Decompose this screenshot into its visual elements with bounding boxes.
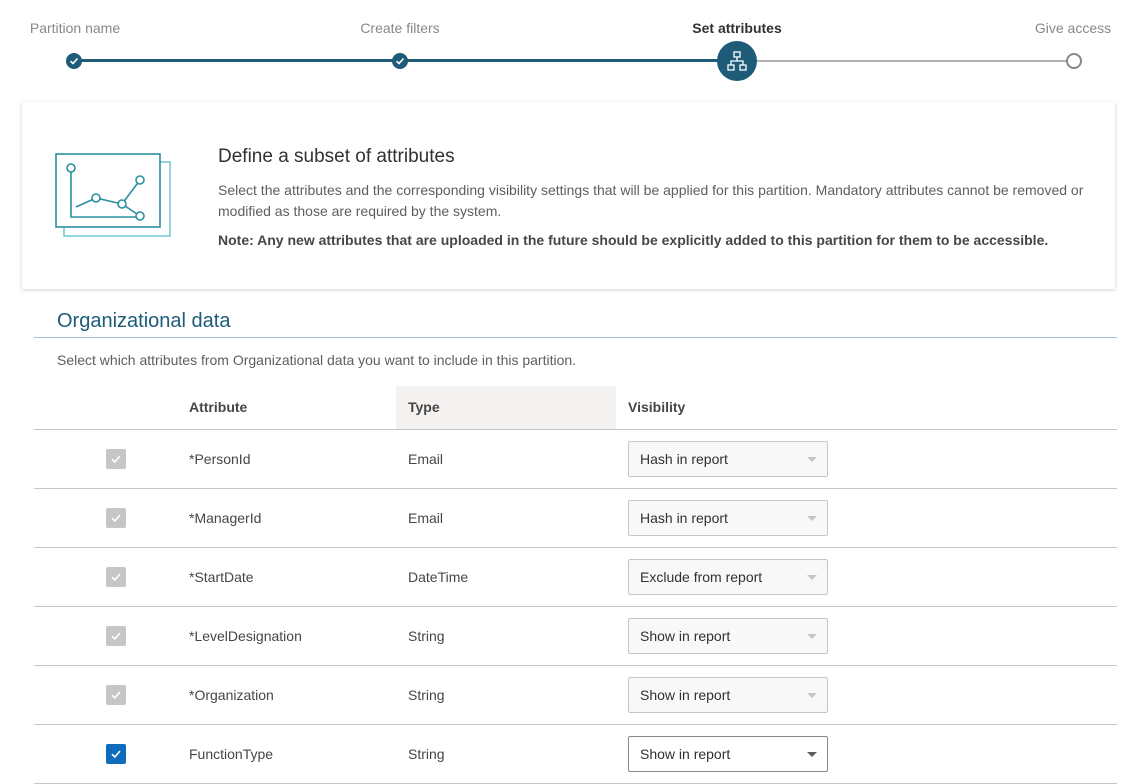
table-row: *Organization String Show in report [34, 666, 1117, 725]
card-note: Note: Any new attributes that are upload… [218, 232, 1049, 248]
column-header-attribute[interactable]: Attribute [189, 386, 247, 429]
step-label-set-attributes: Set attributes [692, 20, 782, 36]
visibility-value: Show in report [640, 687, 731, 703]
table-header: Attribute Type Visibility [34, 386, 1117, 430]
attribute-name: *Organization [189, 687, 274, 703]
visibility-value: Hash in report [640, 451, 728, 467]
chevron-down-icon [807, 575, 817, 580]
attribute-type: Email [408, 451, 444, 467]
check-icon [111, 691, 121, 700]
attribute-type: String [408, 687, 445, 703]
attribute-name: *PersonId [189, 451, 251, 467]
section-title: Organizational data [57, 310, 231, 332]
table-row: *LevelDesignation String Show in report [34, 607, 1117, 666]
row-checkbox[interactable] [106, 567, 126, 587]
chevron-down-icon [807, 693, 817, 698]
step-node-give-access [1066, 53, 1082, 69]
stepper-remaining-track [737, 60, 1074, 62]
visibility-dropdown[interactable]: Exclude from report [628, 559, 828, 595]
check-icon [395, 57, 405, 65]
attribute-type: Email [408, 510, 444, 526]
check-icon [69, 57, 79, 65]
row-checkbox[interactable] [106, 449, 126, 469]
step-label-partition-name[interactable]: Partition name [30, 20, 120, 36]
check-icon [111, 632, 121, 641]
line-chart-illustration-icon [55, 153, 171, 237]
visibility-dropdown[interactable]: Hash in report [628, 441, 828, 477]
step-node-set-attributes [717, 41, 757, 81]
row-checkbox[interactable] [106, 508, 126, 528]
table-row: *StartDate DateTime Exclude from report [34, 548, 1117, 607]
visibility-dropdown[interactable]: Show in report [628, 736, 828, 772]
visibility-value: Show in report [640, 746, 731, 762]
row-checkbox[interactable] [106, 744, 126, 764]
card-description: Select the attributes and the correspond… [218, 182, 1084, 219]
attribute-type: String [408, 746, 445, 762]
attributes-table: Attribute Type Visibility *PersonId Emai… [34, 386, 1117, 784]
attribute-type: String [408, 628, 445, 644]
visibility-value: Exclude from report [640, 569, 763, 585]
wizard-stepper: Partition name Create filters Set attrib… [0, 0, 1135, 90]
visibility-dropdown[interactable]: Show in report [628, 618, 828, 654]
visibility-value: Show in report [640, 628, 731, 644]
chevron-down-icon [807, 516, 817, 521]
column-header-visibility[interactable]: Visibility [628, 386, 685, 429]
step-node-create-filters[interactable] [392, 53, 408, 69]
check-icon [111, 455, 121, 464]
attribute-name: *StartDate [189, 569, 254, 585]
attribute-type: DateTime [408, 569, 469, 585]
card-title: Define a subset of attributes [218, 146, 455, 167]
chevron-down-icon [807, 634, 817, 639]
attribute-name: *LevelDesignation [189, 628, 302, 644]
column-header-type[interactable]: Type [396, 386, 616, 429]
section-divider [34, 337, 1117, 338]
step-label-create-filters[interactable]: Create filters [360, 20, 439, 36]
table-row: *ManagerId Email Hash in report [34, 489, 1117, 548]
chevron-down-icon [807, 457, 817, 462]
org-chart-icon [727, 51, 747, 71]
row-checkbox[interactable] [106, 685, 126, 705]
visibility-value: Hash in report [640, 510, 728, 526]
info-card: Define a subset of attributes Select the… [22, 102, 1115, 289]
check-icon [111, 573, 121, 582]
step-node-partition-name[interactable] [66, 53, 82, 69]
check-icon [111, 514, 121, 523]
check-icon [111, 750, 121, 759]
attribute-name: *ManagerId [189, 510, 262, 526]
table-row: *PersonId Email Hash in report [34, 430, 1117, 489]
visibility-dropdown[interactable]: Hash in report [628, 500, 828, 536]
table-row: FunctionType String Show in report [34, 725, 1117, 784]
section-description: Select which attributes from Organizatio… [57, 352, 577, 368]
chevron-down-icon [807, 752, 817, 757]
visibility-dropdown[interactable]: Show in report [628, 677, 828, 713]
step-label-give-access: Give access [1034, 20, 1112, 36]
attribute-name: FunctionType [189, 746, 274, 762]
row-checkbox[interactable] [106, 626, 126, 646]
